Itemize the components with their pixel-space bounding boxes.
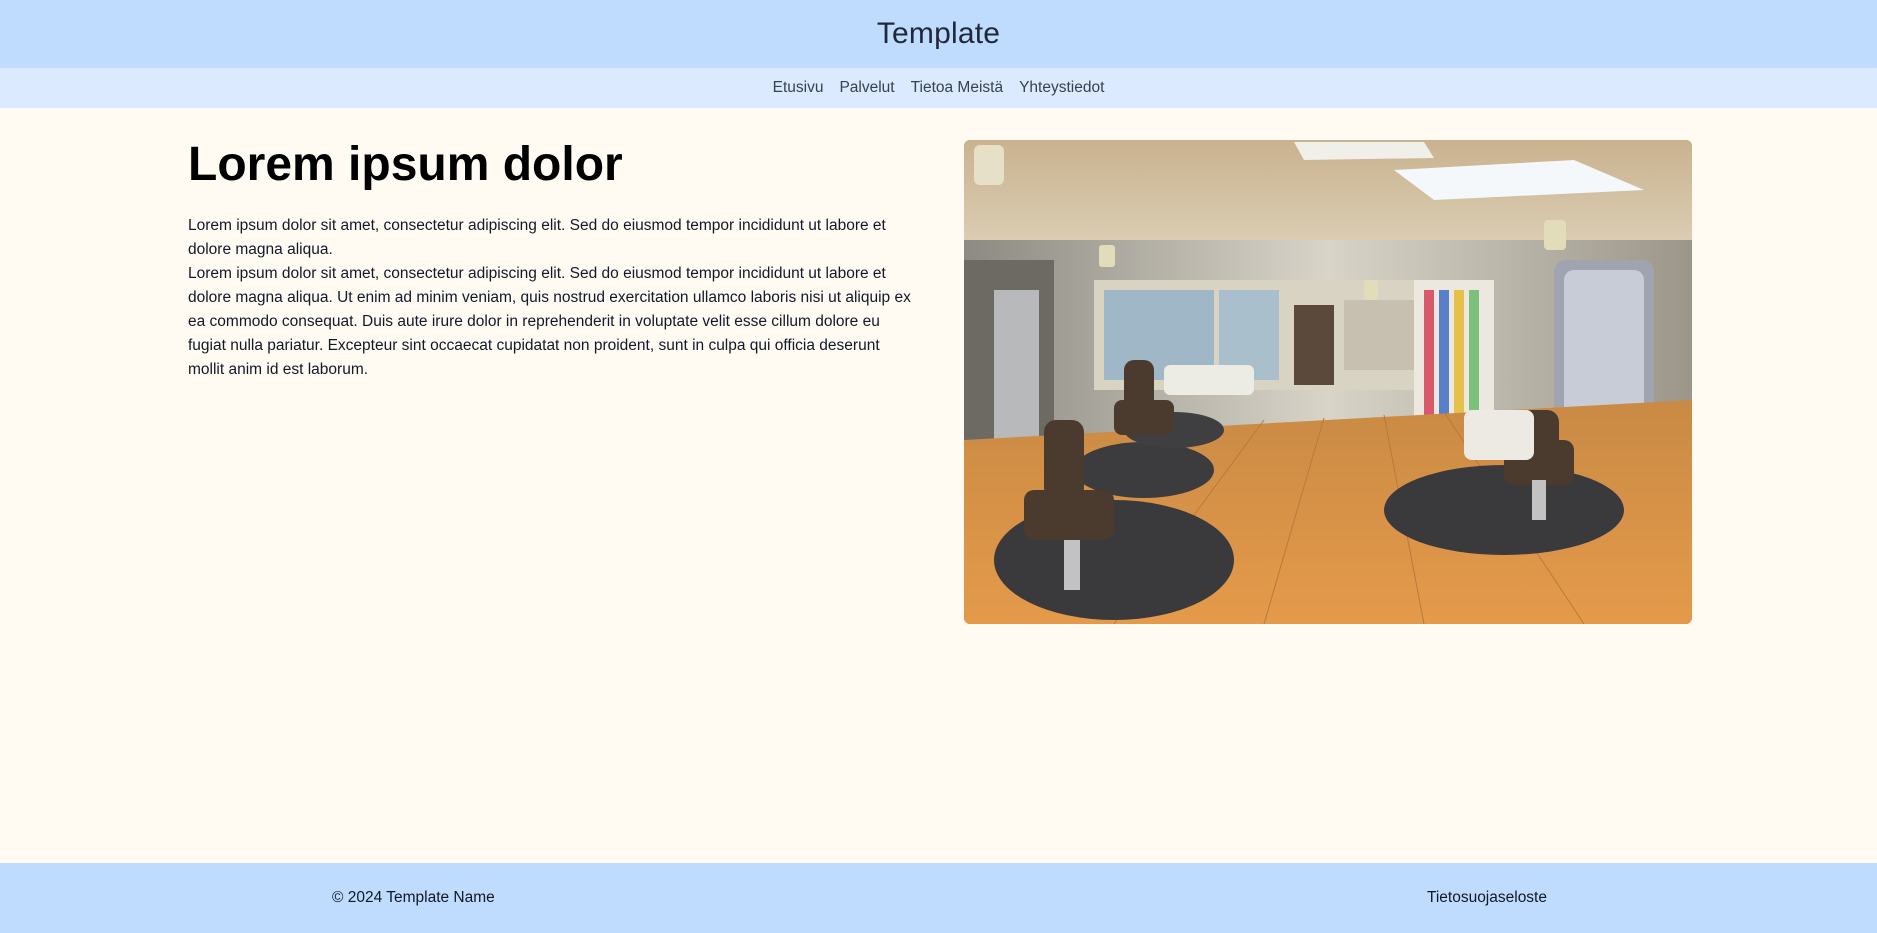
- site-title: Template: [876, 17, 1001, 50]
- footer-copyright: © 2024 Template Name: [332, 889, 495, 906]
- intro-paragraph-1: Lorem ipsum dolor sit amet, consectetur …: [188, 216, 886, 258]
- site-header: Template: [0, 0, 1877, 68]
- nav-item-tietoa-meista[interactable]: Tietoa Meistä: [911, 79, 1003, 97]
- page-headline: Lorem ipsum dolor: [188, 138, 623, 191]
- privacy-policy-link[interactable]: Tietosuojaseloste: [1427, 889, 1547, 907]
- salon-photo: [964, 140, 1692, 624]
- main-content: Lorem ipsum dolor Lorem ipsum dolor sit …: [0, 108, 1877, 863]
- main-nav: Etusivu Palvelut Tietoa Meistä Yhteystie…: [0, 68, 1877, 108]
- intro-paragraph-2: Lorem ipsum dolor sit amet, consectetur …: [188, 264, 911, 378]
- intro-section: Lorem ipsum dolor Lorem ipsum dolor sit …: [188, 138, 918, 382]
- nav-item-etusivu[interactable]: Etusivu: [773, 79, 824, 97]
- salon-photo-icon: [964, 140, 1692, 624]
- nav-item-yhteystiedot[interactable]: Yhteystiedot: [1019, 79, 1104, 97]
- site-footer: © 2024 Template Name Tietosuojaseloste: [0, 863, 1877, 933]
- nav-item-palvelut[interactable]: Palvelut: [839, 79, 894, 97]
